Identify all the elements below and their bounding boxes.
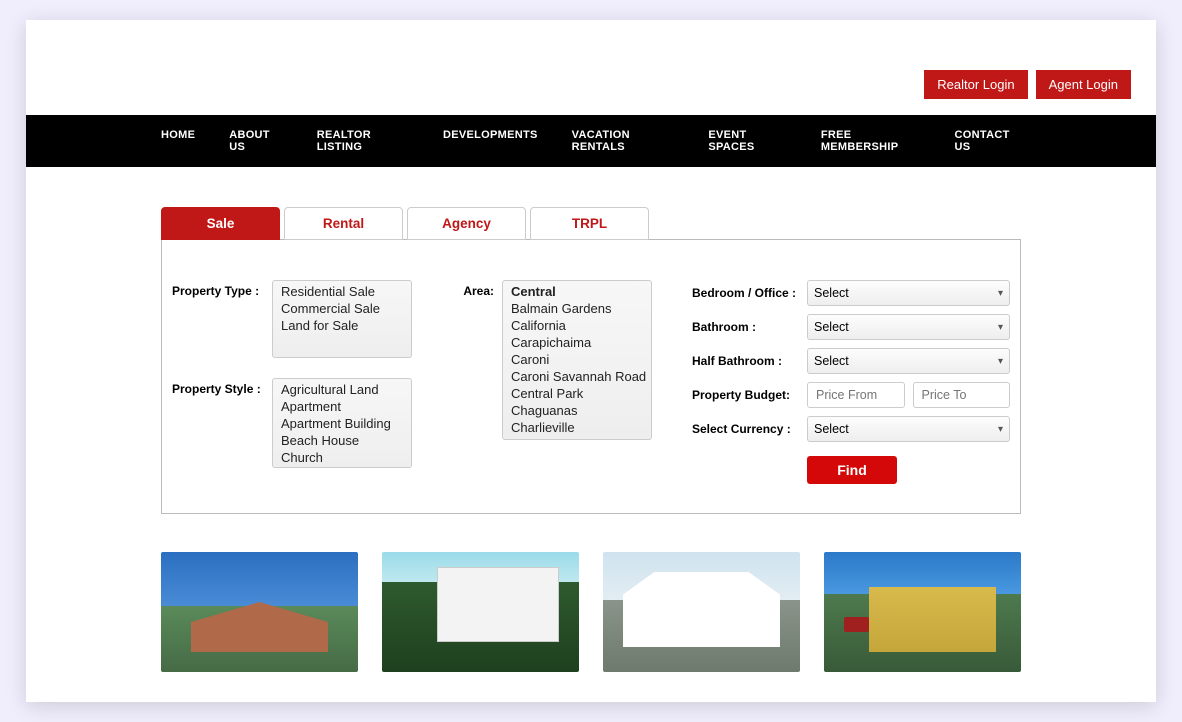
nav-about[interactable]: ABOUT US [229, 115, 283, 167]
nav-vacation-rentals[interactable]: VACATION RENTALS [572, 115, 675, 167]
nav-contact[interactable]: CONTACT US [955, 115, 1021, 167]
tab-sale[interactable]: Sale [161, 207, 280, 240]
price-to-input[interactable] [913, 382, 1011, 408]
tab-trpl[interactable]: TRPL [530, 207, 649, 240]
list-item[interactable]: Beach House [273, 432, 411, 449]
property-style-list[interactable]: Agricultural Land Apartment Apartment Bu… [272, 378, 412, 468]
list-item[interactable]: Caroni [503, 351, 651, 368]
list-item[interactable]: Carapichaima [503, 334, 651, 351]
property-card[interactable] [382, 552, 579, 672]
nav-event-spaces[interactable]: EVENT SPACES [708, 115, 787, 167]
label-property-type: Property Type : [172, 280, 272, 298]
app-frame: Realtor Login Agent Login HOME ABOUT US … [26, 20, 1156, 702]
main-nav: HOME ABOUT US REALTOR LISTING DEVELOPMEN… [26, 115, 1156, 167]
list-item[interactable]: Commercial Sale [273, 300, 411, 317]
label-bathroom: Bathroom : [692, 320, 807, 334]
list-item[interactable]: Central Park [503, 385, 651, 402]
price-from-input[interactable] [807, 382, 905, 408]
label-property-style: Property Style : [172, 378, 272, 396]
property-card[interactable] [824, 552, 1021, 672]
nav-developments[interactable]: DEVELOPMENTS [443, 115, 538, 167]
property-card[interactable] [603, 552, 800, 672]
list-item[interactable]: Balmain Gardens [503, 300, 651, 317]
list-item[interactable]: California [503, 317, 651, 334]
area-list[interactable]: Central Balmain Gardens California Carap… [502, 280, 652, 440]
list-item[interactable]: Residential Sale [273, 283, 411, 300]
nav-free-membership[interactable]: FREE MEMBERSHIP [821, 115, 921, 167]
list-item[interactable]: Apartment Building [273, 415, 411, 432]
property-cards [161, 552, 1021, 672]
tab-rental[interactable]: Rental [284, 207, 403, 240]
list-item[interactable]: Agricultural Land [273, 381, 411, 398]
half-bathroom-select[interactable]: Select [807, 348, 1010, 374]
list-group[interactable]: Central [503, 283, 651, 300]
search-tabs: Sale Rental Agency TRPL [161, 207, 1021, 240]
search-panel: Property Type : Residential Sale Commerc… [161, 239, 1021, 514]
bathroom-select[interactable]: Select [807, 314, 1010, 340]
currency-select[interactable]: Select [807, 416, 1010, 442]
label-area: Area: [442, 280, 502, 298]
list-item[interactable]: Charlieville [503, 419, 651, 436]
list-item[interactable]: Apartment [273, 398, 411, 415]
find-button[interactable]: Find [807, 456, 897, 484]
list-item[interactable]: Caroni Savannah Road [503, 368, 651, 385]
property-card[interactable] [161, 552, 358, 672]
nav-realtor-listing[interactable]: REALTOR LISTING [317, 115, 409, 167]
list-item[interactable]: Chaguanas [503, 402, 651, 419]
tab-agency[interactable]: Agency [407, 207, 526, 240]
agent-login-button[interactable]: Agent Login [1036, 70, 1131, 99]
list-item[interactable]: Land for Sale [273, 317, 411, 334]
label-bedroom: Bedroom / Office : [692, 286, 807, 300]
list-item[interactable]: Chase Village [503, 436, 651, 440]
label-currency: Select Currency : [692, 422, 807, 436]
list-item[interactable]: Church [273, 449, 411, 466]
property-type-list[interactable]: Residential Sale Commercial Sale Land fo… [272, 280, 412, 358]
top-bar: Realtor Login Agent Login [26, 20, 1156, 115]
bedroom-select[interactable]: Select [807, 280, 1010, 306]
nav-home[interactable]: HOME [161, 115, 195, 167]
content-area: Sale Rental Agency TRPL Property Type : … [26, 167, 1156, 702]
realtor-login-button[interactable]: Realtor Login [924, 70, 1027, 99]
label-budget: Property Budget: [692, 388, 807, 402]
label-half-bathroom: Half Bathroom : [692, 354, 807, 368]
